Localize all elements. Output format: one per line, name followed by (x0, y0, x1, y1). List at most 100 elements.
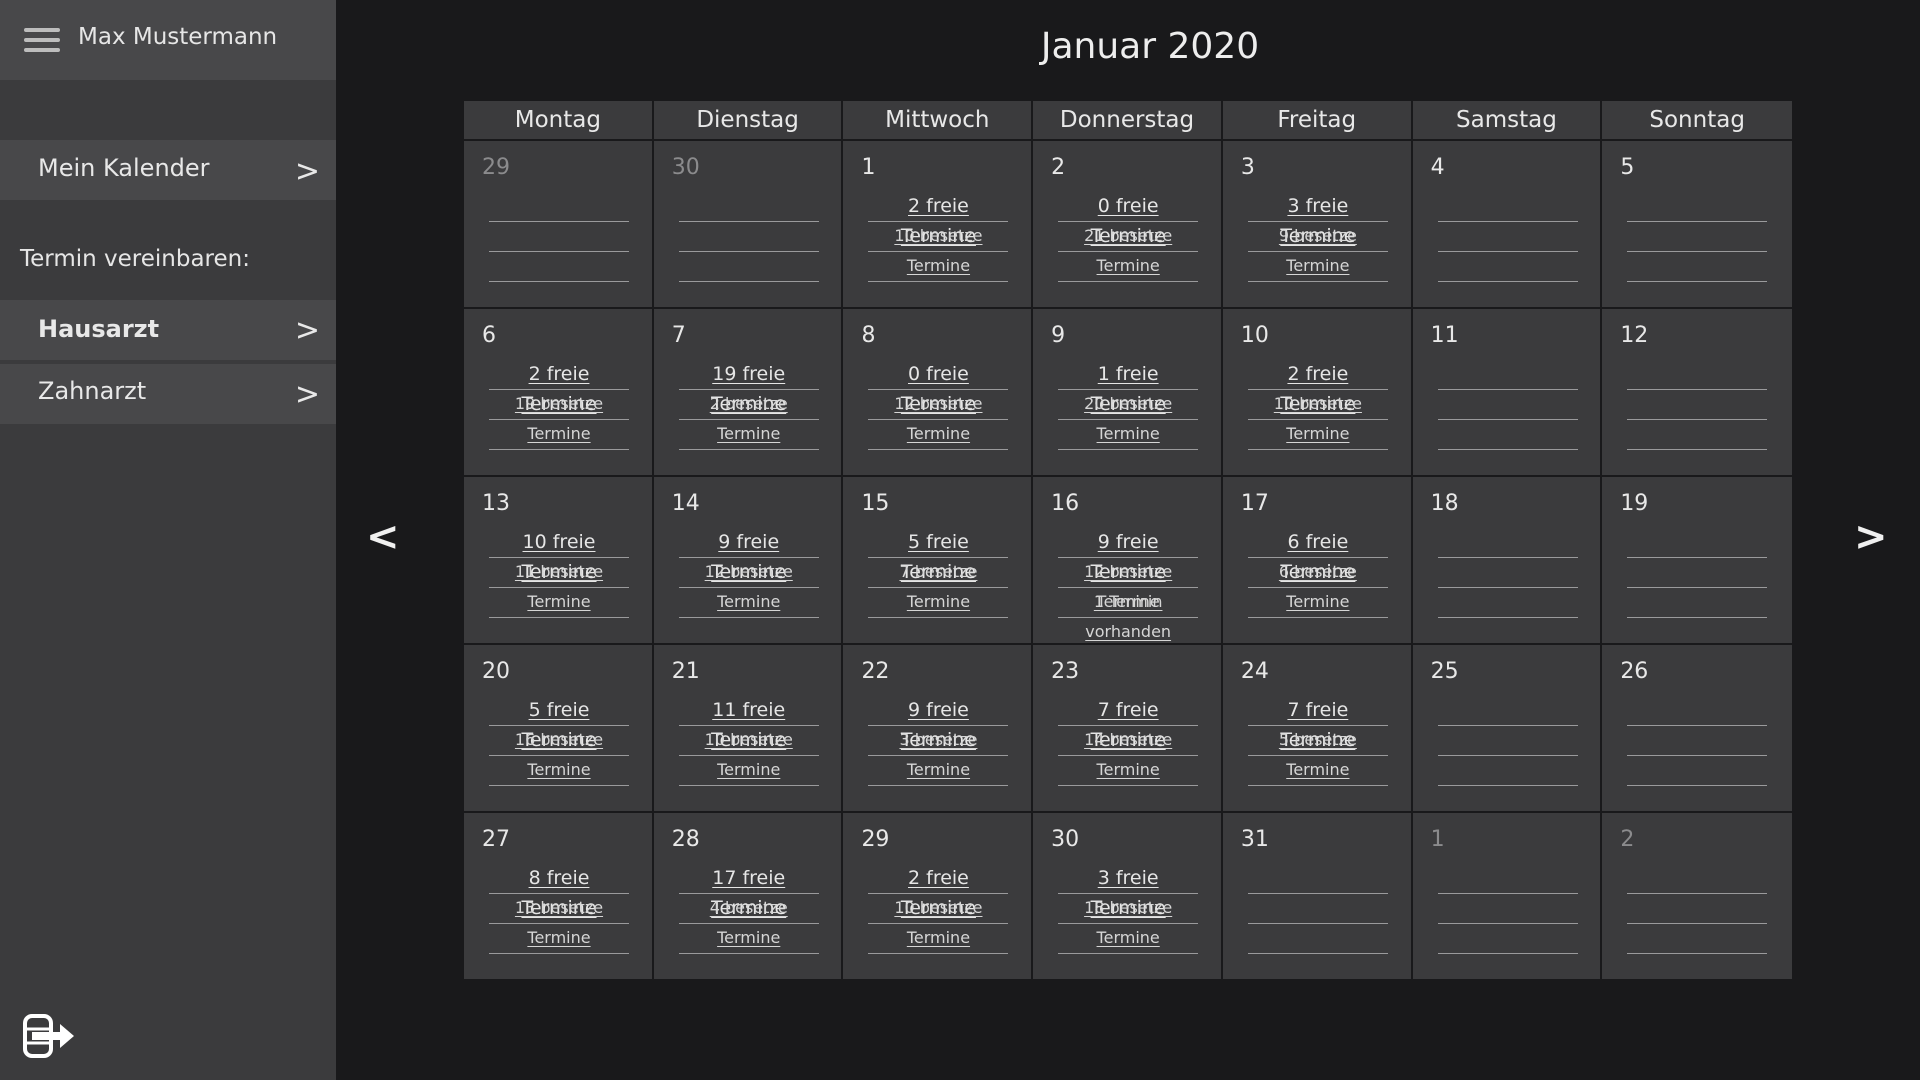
day-cell[interactable]: 31 (1222, 813, 1413, 979)
slot-line: 3 besetze Termine (868, 725, 1009, 779)
day-number: 19 (1620, 491, 1649, 516)
day-number: 9 (1051, 323, 1066, 348)
slot-line (868, 923, 1009, 954)
slot-line: 18 besetze Termine (1058, 893, 1199, 947)
day-cell[interactable]: 27 8 freie Termine 13 besetze Termine (464, 813, 654, 979)
slot-line (489, 221, 629, 252)
day-cell[interactable]: 8 0 freie Termine 12 besetze Termine (843, 309, 1034, 475)
slot-line (1437, 725, 1578, 756)
day-cell[interactable]: 28 17 freie Termine 4 besetze Termine (653, 813, 844, 979)
day-number: 7 (671, 323, 686, 348)
day-cell[interactable]: 22 9 freie Termine 3 besetze Termine (843, 645, 1034, 811)
slot-line: 2 freie Termine (1247, 359, 1388, 415)
day-cell[interactable]: 13 10 freie Termine 11 besetze Termine (464, 477, 654, 643)
sidebar-item-zahnarzt[interactable]: Zahnarzt > (0, 364, 336, 424)
sidebar-item-label: Zahnarzt (38, 377, 147, 405)
day-cell[interactable]: 1 2 freie Termine 10 besetze Termine (843, 141, 1034, 307)
day-cell[interactable]: 30 (653, 141, 844, 307)
slot-line (489, 251, 629, 282)
sidebar-item-hausarzt[interactable]: Hausarzt > (0, 300, 336, 360)
slot-line (868, 755, 1009, 786)
slot-line (489, 419, 629, 450)
day-number: 22 (861, 659, 890, 684)
slot-line: 12 besetze Termine (678, 557, 819, 611)
day-cell[interactable]: 9 1 freie Termine 20 besetze Termine (1033, 309, 1223, 475)
day-cell[interactable]: 29 2 freie Termine 10 besetze Termine (843, 813, 1034, 979)
day-number: 2 (1620, 827, 1635, 852)
day-cell[interactable]: 5 (1602, 141, 1793, 307)
slot-line (1247, 587, 1388, 618)
day-number: 26 (1620, 659, 1649, 684)
day-cell[interactable]: 1 (1412, 813, 1603, 979)
day-number: 5 (1620, 155, 1635, 180)
day-cell[interactable]: 17 6 freie Termine 6 besetze Termine (1222, 477, 1413, 643)
day-cell[interactable]: 11 (1412, 309, 1603, 475)
slot-line (1437, 695, 1578, 726)
day-cell[interactable]: 10 2 freie Termine 10 besetze Termine (1222, 309, 1413, 475)
day-cell[interactable]: 23 7 freie Termine 14 besetze Termine (1033, 645, 1223, 811)
slot-line: 7 freie Termine (1247, 695, 1388, 751)
slot-line (1437, 389, 1578, 420)
slot-line (1247, 923, 1388, 954)
chevron-right-icon: > (294, 313, 320, 348)
day-cell[interactable]: 19 (1602, 477, 1793, 643)
day-cell[interactable]: 16 9 freie Termine 12 besetze Termine 1 Ter… (1033, 477, 1223, 643)
slot-line: 12 besetze Termine (868, 389, 1009, 443)
slot-line (678, 221, 819, 252)
prev-month-button[interactable]: < (366, 514, 400, 560)
sidebar-item-my-calendar[interactable]: Mein Kalender > (0, 140, 336, 200)
day-number: 29 (482, 155, 510, 180)
sidebar-item-label: Hausarzt (38, 315, 160, 343)
slot-line: 5 besetze Termine (1247, 725, 1388, 779)
next-month-button[interactable]: > (1854, 514, 1888, 560)
slot-line (1627, 587, 1768, 618)
slot-line (1437, 923, 1578, 954)
day-cell[interactable]: 30 3 freie Termine 18 besetze Termine (1033, 813, 1223, 979)
slot-line (1058, 419, 1199, 450)
day-cell[interactable]: 18 (1412, 477, 1603, 643)
day-number: 3 (1240, 155, 1255, 180)
day-cell[interactable]: 15 5 freie Termine 7 besetze Termine (843, 477, 1034, 643)
slot-line: 9 freie Termine (868, 695, 1009, 751)
day-number: 31 (1240, 827, 1269, 852)
day-cell[interactable]: 3 3 freie Termine 9 besetze Termine (1222, 141, 1413, 307)
slot-line (678, 191, 819, 222)
slot-line (868, 587, 1009, 618)
slot-line: 2 freie Termine (489, 359, 629, 415)
slot-line (1627, 221, 1768, 252)
slot-line (1247, 863, 1388, 894)
slot-line (1247, 419, 1388, 450)
day-number: 29 (861, 827, 890, 852)
own-appointment-link[interactable]: 1 Termin vorhanden (1085, 592, 1171, 641)
day-number: 13 (482, 491, 510, 516)
day-number: 1 (1430, 827, 1445, 852)
day-cell[interactable]: 14 9 freie Termine 12 besetze Termine (653, 477, 844, 643)
user-name: Max Mustermann (78, 24, 278, 50)
day-number: 28 (671, 827, 700, 852)
day-cell[interactable]: 7 19 freie Termine 2 besetze Termine (653, 309, 844, 475)
calendar-week-row: 62 freie Termine 19 besetze Termine 7 19 fr… (464, 307, 1793, 475)
day-cell[interactable]: 20 5 freie Termine 16 besetze Termine (464, 645, 654, 811)
day-number: 30 (1051, 827, 1080, 852)
calendar-week-row: 13 10 freie Termine 11 besetze Termine 14 9 … (464, 475, 1793, 643)
day-cell[interactable]: 4 (1412, 141, 1603, 307)
day-cell[interactable]: 25 (1412, 645, 1603, 811)
hamburger-icon[interactable] (24, 26, 60, 54)
day-cell[interactable]: 12 (1602, 309, 1793, 475)
slot-line (868, 251, 1009, 282)
day-cell[interactable]: 24 7 freie Termine 5 besetze Termine (1222, 645, 1413, 811)
day-cell[interactable]: 2 0 freie Termine 21 besetze Termine (1033, 141, 1223, 307)
section-label-appointment: Termin vereinbaren: (20, 246, 250, 272)
day-number: 4 (1430, 155, 1445, 180)
day-cell[interactable]: 2 (1602, 813, 1793, 979)
logout-icon[interactable] (22, 1012, 76, 1060)
slot-line: 3 freie Termine (1247, 191, 1388, 247)
day-cell[interactable]: 29 (464, 141, 654, 307)
slot-line (1437, 527, 1578, 558)
slot-line (1627, 863, 1768, 894)
day-cell[interactable]: 6 2 freie Termine 19 besetze Termine (464, 309, 654, 475)
day-cell[interactable]: 26 (1602, 645, 1793, 811)
slot-line: 12 besetze Termine (1058, 557, 1199, 611)
slot-line (678, 587, 819, 618)
day-cell[interactable]: 21 11 freie Termine 10 besetze Termine (653, 645, 844, 811)
